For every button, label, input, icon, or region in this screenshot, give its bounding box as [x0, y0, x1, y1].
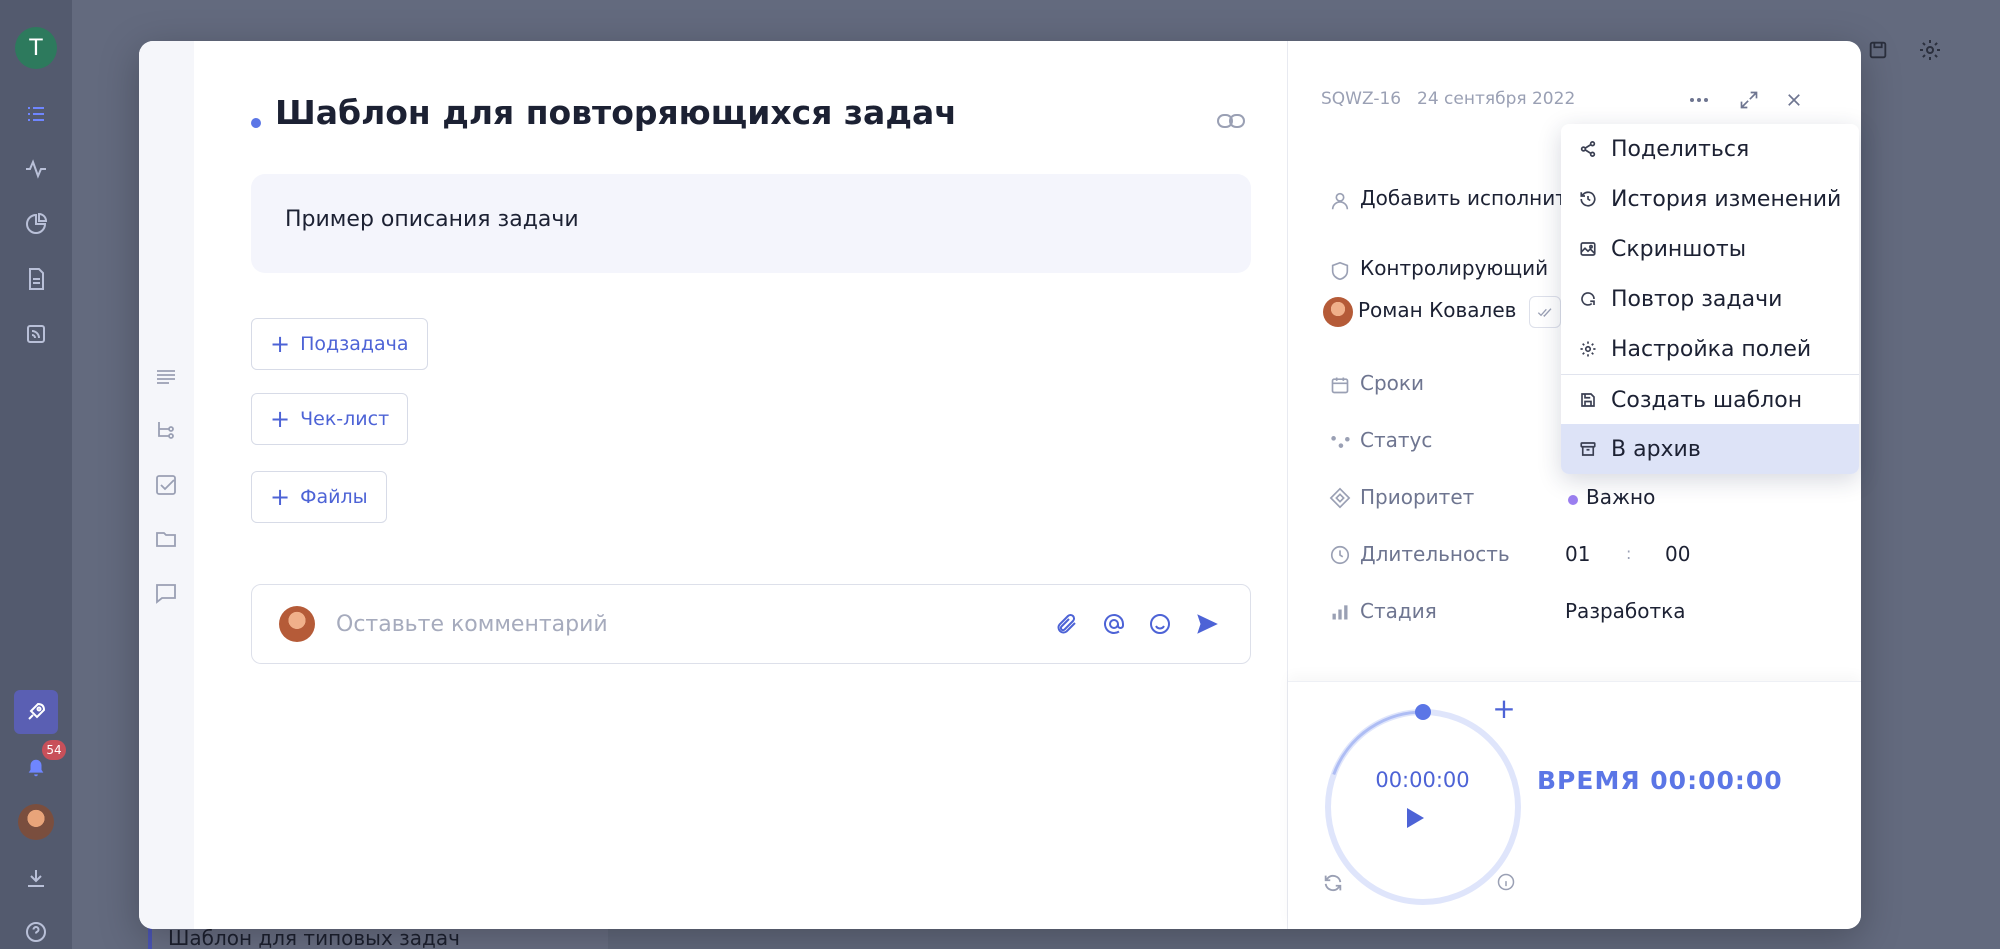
- deadline-label[interactable]: Сроки: [1360, 371, 1424, 395]
- add-files-label: Файлы: [300, 486, 368, 508]
- paperclip-icon[interactable]: [1052, 609, 1082, 639]
- share-icon: [1579, 140, 1597, 158]
- time-tracker: 00:00:00 + ВРЕМЯ 00:00:00: [1288, 681, 1861, 929]
- add-checklist-label: Чек-лист: [300, 408, 390, 430]
- menu-item-label: Повтор задачи: [1611, 286, 1783, 312]
- task-title[interactable]: Шаблон для повторяющихся задач: [275, 93, 957, 132]
- menu-item-repeat[interactable]: Повтор задачи: [1561, 274, 1859, 324]
- double-check-icon[interactable]: [1529, 296, 1561, 328]
- shield-icon: [1328, 259, 1352, 283]
- list-icon[interactable]: [22, 100, 50, 128]
- menu-item-screenshots[interactable]: Скриншоты: [1561, 224, 1859, 274]
- folder-icon[interactable]: [152, 525, 180, 553]
- total-time: ВРЕМЯ 00:00:00: [1537, 766, 1783, 795]
- status-label[interactable]: Статус: [1360, 428, 1432, 452]
- add-subtask-button[interactable]: + Подзадача: [251, 318, 428, 370]
- activity-icon[interactable]: [22, 155, 50, 183]
- timer-clock: 00:00:00: [1375, 768, 1470, 792]
- app-sidebar: T 54: [0, 0, 72, 949]
- stage-label: Стадия: [1360, 599, 1437, 623]
- subtask-icon[interactable]: [152, 417, 180, 445]
- save-icon: [1579, 391, 1597, 409]
- menu-item-archive[interactable]: В архив: [1561, 424, 1859, 474]
- send-icon[interactable]: [1192, 609, 1222, 639]
- task-content: Шаблон для повторяющихся задач Пример оп…: [194, 41, 1287, 929]
- history-icon: [1579, 190, 1597, 208]
- add-checklist-button[interactable]: + Чек-лист: [251, 393, 409, 445]
- priority-label: Приоритет: [1360, 485, 1475, 509]
- more-icon[interactable]: [1684, 85, 1714, 115]
- menu-item-label: История изменений: [1611, 186, 1842, 212]
- user-icon: [1328, 189, 1352, 213]
- priority-value[interactable]: Важно: [1586, 485, 1655, 509]
- emoji-icon[interactable]: [1145, 609, 1175, 639]
- info-icon[interactable]: [1494, 870, 1518, 894]
- duration-separator: :: [1626, 544, 1632, 563]
- save-icon[interactable]: [1864, 36, 1892, 64]
- add-subtask-label: Подзадача: [300, 333, 409, 355]
- status-icon: [1328, 430, 1352, 454]
- repeat-icon: [1579, 290, 1597, 308]
- pie-chart-icon[interactable]: [22, 210, 50, 238]
- menu-item-label: Поделиться: [1611, 136, 1750, 162]
- clock-icon: [1328, 543, 1352, 567]
- rocket-icon[interactable]: [14, 690, 58, 734]
- feed-icon[interactable]: [22, 320, 50, 348]
- download-icon[interactable]: [22, 864, 50, 892]
- plus-icon: +: [270, 330, 291, 358]
- menu-item-history[interactable]: История изменений: [1561, 174, 1859, 224]
- stage-bars-icon: [1328, 600, 1352, 624]
- add-time-icon[interactable]: +: [1490, 692, 1518, 725]
- menu-item-field-settings[interactable]: Настройка полей: [1561, 324, 1859, 374]
- calendar-icon: [1328, 373, 1352, 397]
- priority-icon: [1328, 486, 1352, 510]
- status-dot: [251, 118, 261, 128]
- menu-item-label: Создать шаблон: [1611, 387, 1803, 413]
- duration-minutes[interactable]: 00: [1665, 542, 1690, 566]
- gear-icon: [1579, 340, 1597, 358]
- notification-badge: 54: [42, 740, 66, 760]
- workspace-avatar[interactable]: T: [15, 27, 57, 69]
- menu-item-create-template[interactable]: Создать шаблон: [1561, 375, 1859, 425]
- mention-icon[interactable]: [1099, 609, 1129, 639]
- settings-gear-icon[interactable]: [1916, 36, 1944, 64]
- task-date: 24 сентября 2022: [1417, 89, 1576, 109]
- section-rail: [139, 41, 194, 929]
- user-avatar[interactable]: [18, 804, 54, 840]
- menu-item-label: В архив: [1611, 436, 1701, 462]
- duration-label: Длительность: [1360, 542, 1510, 566]
- plus-icon: +: [270, 405, 291, 433]
- workspace-initial: T: [29, 35, 43, 61]
- stage-value[interactable]: Разработка: [1565, 599, 1685, 623]
- task-id: SQWZ-16: [1321, 89, 1402, 109]
- menu-item-label: Настройка полей: [1611, 336, 1812, 362]
- close-icon[interactable]: [1779, 85, 1809, 115]
- comment-input[interactable]: [336, 603, 1026, 645]
- help-icon[interactable]: [22, 918, 50, 946]
- menu-item-share[interactable]: Поделиться: [1561, 124, 1859, 174]
- link-icon[interactable]: [1214, 104, 1248, 138]
- menu-item-label: Скриншоты: [1611, 236, 1747, 262]
- add-files-button[interactable]: + Файлы: [251, 471, 387, 523]
- reset-icon[interactable]: [1318, 868, 1348, 898]
- controller-label: Контролирующий: [1360, 256, 1549, 280]
- task-description[interactable]: Пример описания задачи: [251, 174, 1251, 273]
- image-icon: [1579, 240, 1597, 258]
- expand-icon[interactable]: [1734, 85, 1764, 115]
- controller-name[interactable]: Роман Ковалев: [1358, 298, 1516, 322]
- checklist-icon[interactable]: [152, 471, 180, 499]
- archive-icon: [1579, 440, 1597, 458]
- plus-icon: +: [270, 483, 291, 511]
- controller-avatar: [1323, 297, 1353, 327]
- duration-hours[interactable]: 01: [1565, 542, 1590, 566]
- comments-icon[interactable]: [152, 579, 180, 607]
- more-actions-menu: Поделиться История изменений Скриншоты П…: [1561, 124, 1859, 474]
- description-icon[interactable]: [152, 363, 180, 391]
- priority-dot: [1568, 495, 1578, 505]
- timer-handle[interactable]: [1415, 704, 1431, 720]
- comment-composer: [251, 584, 1251, 664]
- document-icon[interactable]: [22, 265, 50, 293]
- play-icon[interactable]: [1400, 803, 1430, 833]
- commenter-avatar: [279, 606, 315, 642]
